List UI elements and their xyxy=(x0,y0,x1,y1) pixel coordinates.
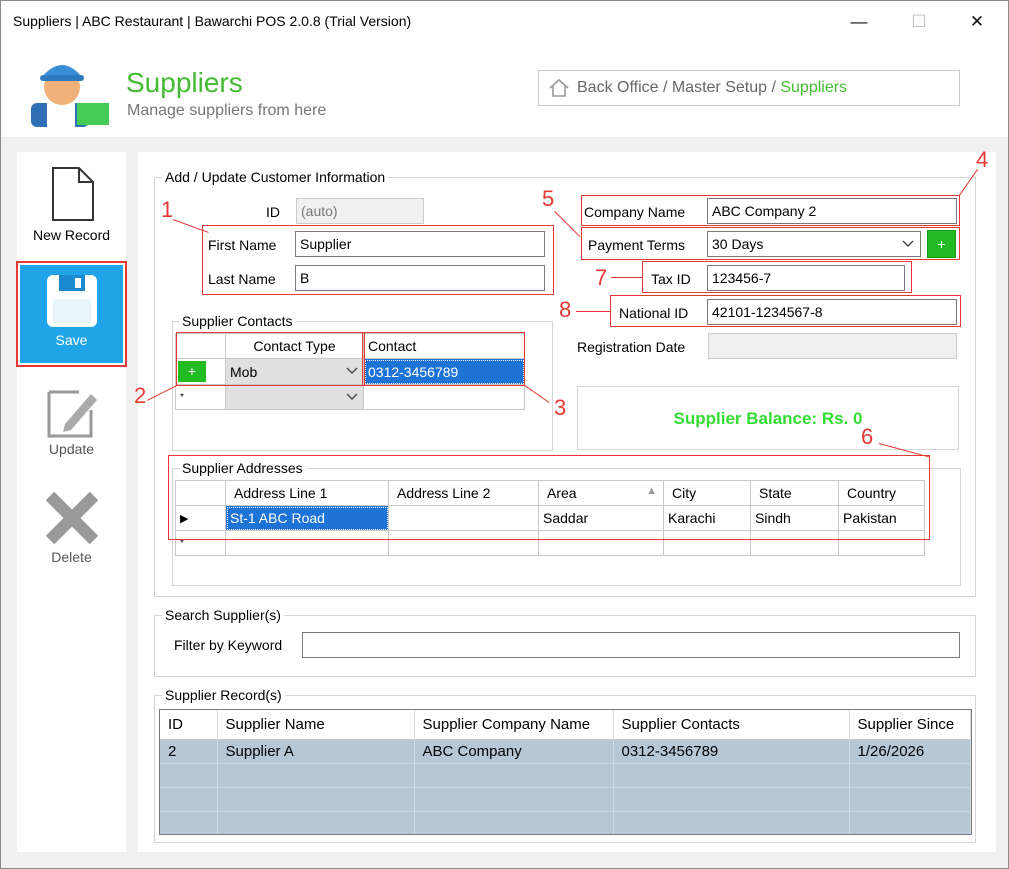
breadcrumb: Back Office / Master Setup / Suppliers xyxy=(538,70,960,106)
annotation-number-7: 7 xyxy=(595,265,608,290)
action-sidebar: New Record Save Update Delete xyxy=(16,152,127,852)
record-contacts-cell: 0312-3456789 xyxy=(613,739,850,764)
chevron-down-icon xyxy=(346,393,358,400)
record-company-cell: ABC Company xyxy=(414,739,614,764)
update-button[interactable]: Update xyxy=(17,384,126,464)
delete-button[interactable]: Delete xyxy=(17,490,126,570)
minimize-button[interactable]: — xyxy=(836,7,882,37)
document-icon xyxy=(51,167,94,221)
annotation-number-5: 5 xyxy=(542,186,555,211)
contact-cell-new[interactable] xyxy=(363,384,525,410)
home-icon[interactable] xyxy=(548,78,570,98)
record-id-cell: 2 xyxy=(160,739,218,764)
edit-icon xyxy=(47,390,97,438)
save-label: Save xyxy=(55,332,88,348)
record-company-header[interactable]: Supplier Company Name xyxy=(414,710,614,740)
annotation-number-6: 6 xyxy=(861,424,874,449)
table-row[interactable]: 2 Supplier A ABC Company 0312-3456789 1/26/2… xyxy=(160,739,971,764)
record-name-header[interactable]: Supplier Name xyxy=(217,710,415,740)
record-contacts-header[interactable]: Supplier Contacts xyxy=(613,710,850,740)
records-group-label: Supplier Record(s) xyxy=(162,687,285,703)
contact-type-select-new[interactable] xyxy=(225,384,364,410)
supplier-balance: Supplier Balance: Rs. 0 xyxy=(577,386,959,450)
window-title: Suppliers | ABC Restaurant | Bawarchi PO… xyxy=(13,13,412,29)
new-row-marker: * xyxy=(175,384,226,410)
update-label: Update xyxy=(48,441,95,457)
record-since-header[interactable]: Supplier Since xyxy=(849,710,971,740)
annotation-box-4 xyxy=(581,195,960,226)
app-window: Suppliers | ABC Restaurant | Bawarchi PO… xyxy=(0,0,1009,869)
annotation-box-1 xyxy=(202,225,554,295)
record-since-cell: 1/26/2026 xyxy=(849,739,971,764)
maximize-button[interactable]: ☐ xyxy=(896,7,942,37)
records-grid[interactable]: ID Supplier Name Supplier Company Name Supp… xyxy=(159,709,972,835)
page-subtitle: Manage suppliers from here xyxy=(127,102,327,119)
annotation-box-5 xyxy=(581,227,960,260)
page-header: Suppliers Manage suppliers from here Bac… xyxy=(1,43,1008,137)
annotation-number-2: 2 xyxy=(134,383,147,408)
empty-row xyxy=(160,811,971,834)
new-record-label: New Record xyxy=(32,227,111,243)
empty-row xyxy=(160,787,971,812)
filter-input[interactable] xyxy=(302,632,960,658)
floppy-disk-icon xyxy=(46,275,97,327)
supplier-contacts-label: Supplier Contacts xyxy=(179,313,296,329)
delete-icon xyxy=(45,491,98,545)
annotation-line-7 xyxy=(611,277,642,278)
id-field: (auto) xyxy=(296,198,424,224)
new-record-button[interactable]: New Record xyxy=(17,164,126,254)
annotation-line-8 xyxy=(576,311,610,312)
registration-date-field xyxy=(708,333,957,359)
delivery-person-icon xyxy=(31,65,109,127)
customer-info-label: Add / Update Customer Information xyxy=(162,169,389,185)
annotation-number-8: 8 xyxy=(559,297,572,322)
filter-label: Filter by Keyword xyxy=(174,637,283,653)
annotation-number-1: 1 xyxy=(161,197,174,222)
annotation-box-6 xyxy=(168,455,930,540)
search-group-label: Search Supplier(s) xyxy=(162,607,284,623)
close-button[interactable]: ✕ xyxy=(954,7,1000,37)
delete-label: Delete xyxy=(51,549,92,565)
annotation-box-2 xyxy=(176,332,365,386)
breadcrumb-path[interactable]: Back Office / Master Setup / xyxy=(577,79,780,96)
breadcrumb-current: Suppliers xyxy=(780,79,848,96)
page-title: Suppliers xyxy=(126,67,243,98)
annotation-number-3: 3 xyxy=(554,395,567,420)
annotation-box-8 xyxy=(610,295,961,327)
save-button[interactable]: Save xyxy=(16,261,127,367)
empty-row xyxy=(160,763,971,788)
id-label: ID xyxy=(266,204,280,220)
registration-date-label: Registration Date xyxy=(577,339,686,355)
annotation-box-7 xyxy=(642,261,912,293)
title-bar: Suppliers | ABC Restaurant | Bawarchi PO… xyxy=(1,1,1008,43)
record-id-header[interactable]: ID xyxy=(160,710,218,740)
annotation-box-3 xyxy=(362,332,525,386)
record-name-cell: Supplier A xyxy=(217,739,415,764)
